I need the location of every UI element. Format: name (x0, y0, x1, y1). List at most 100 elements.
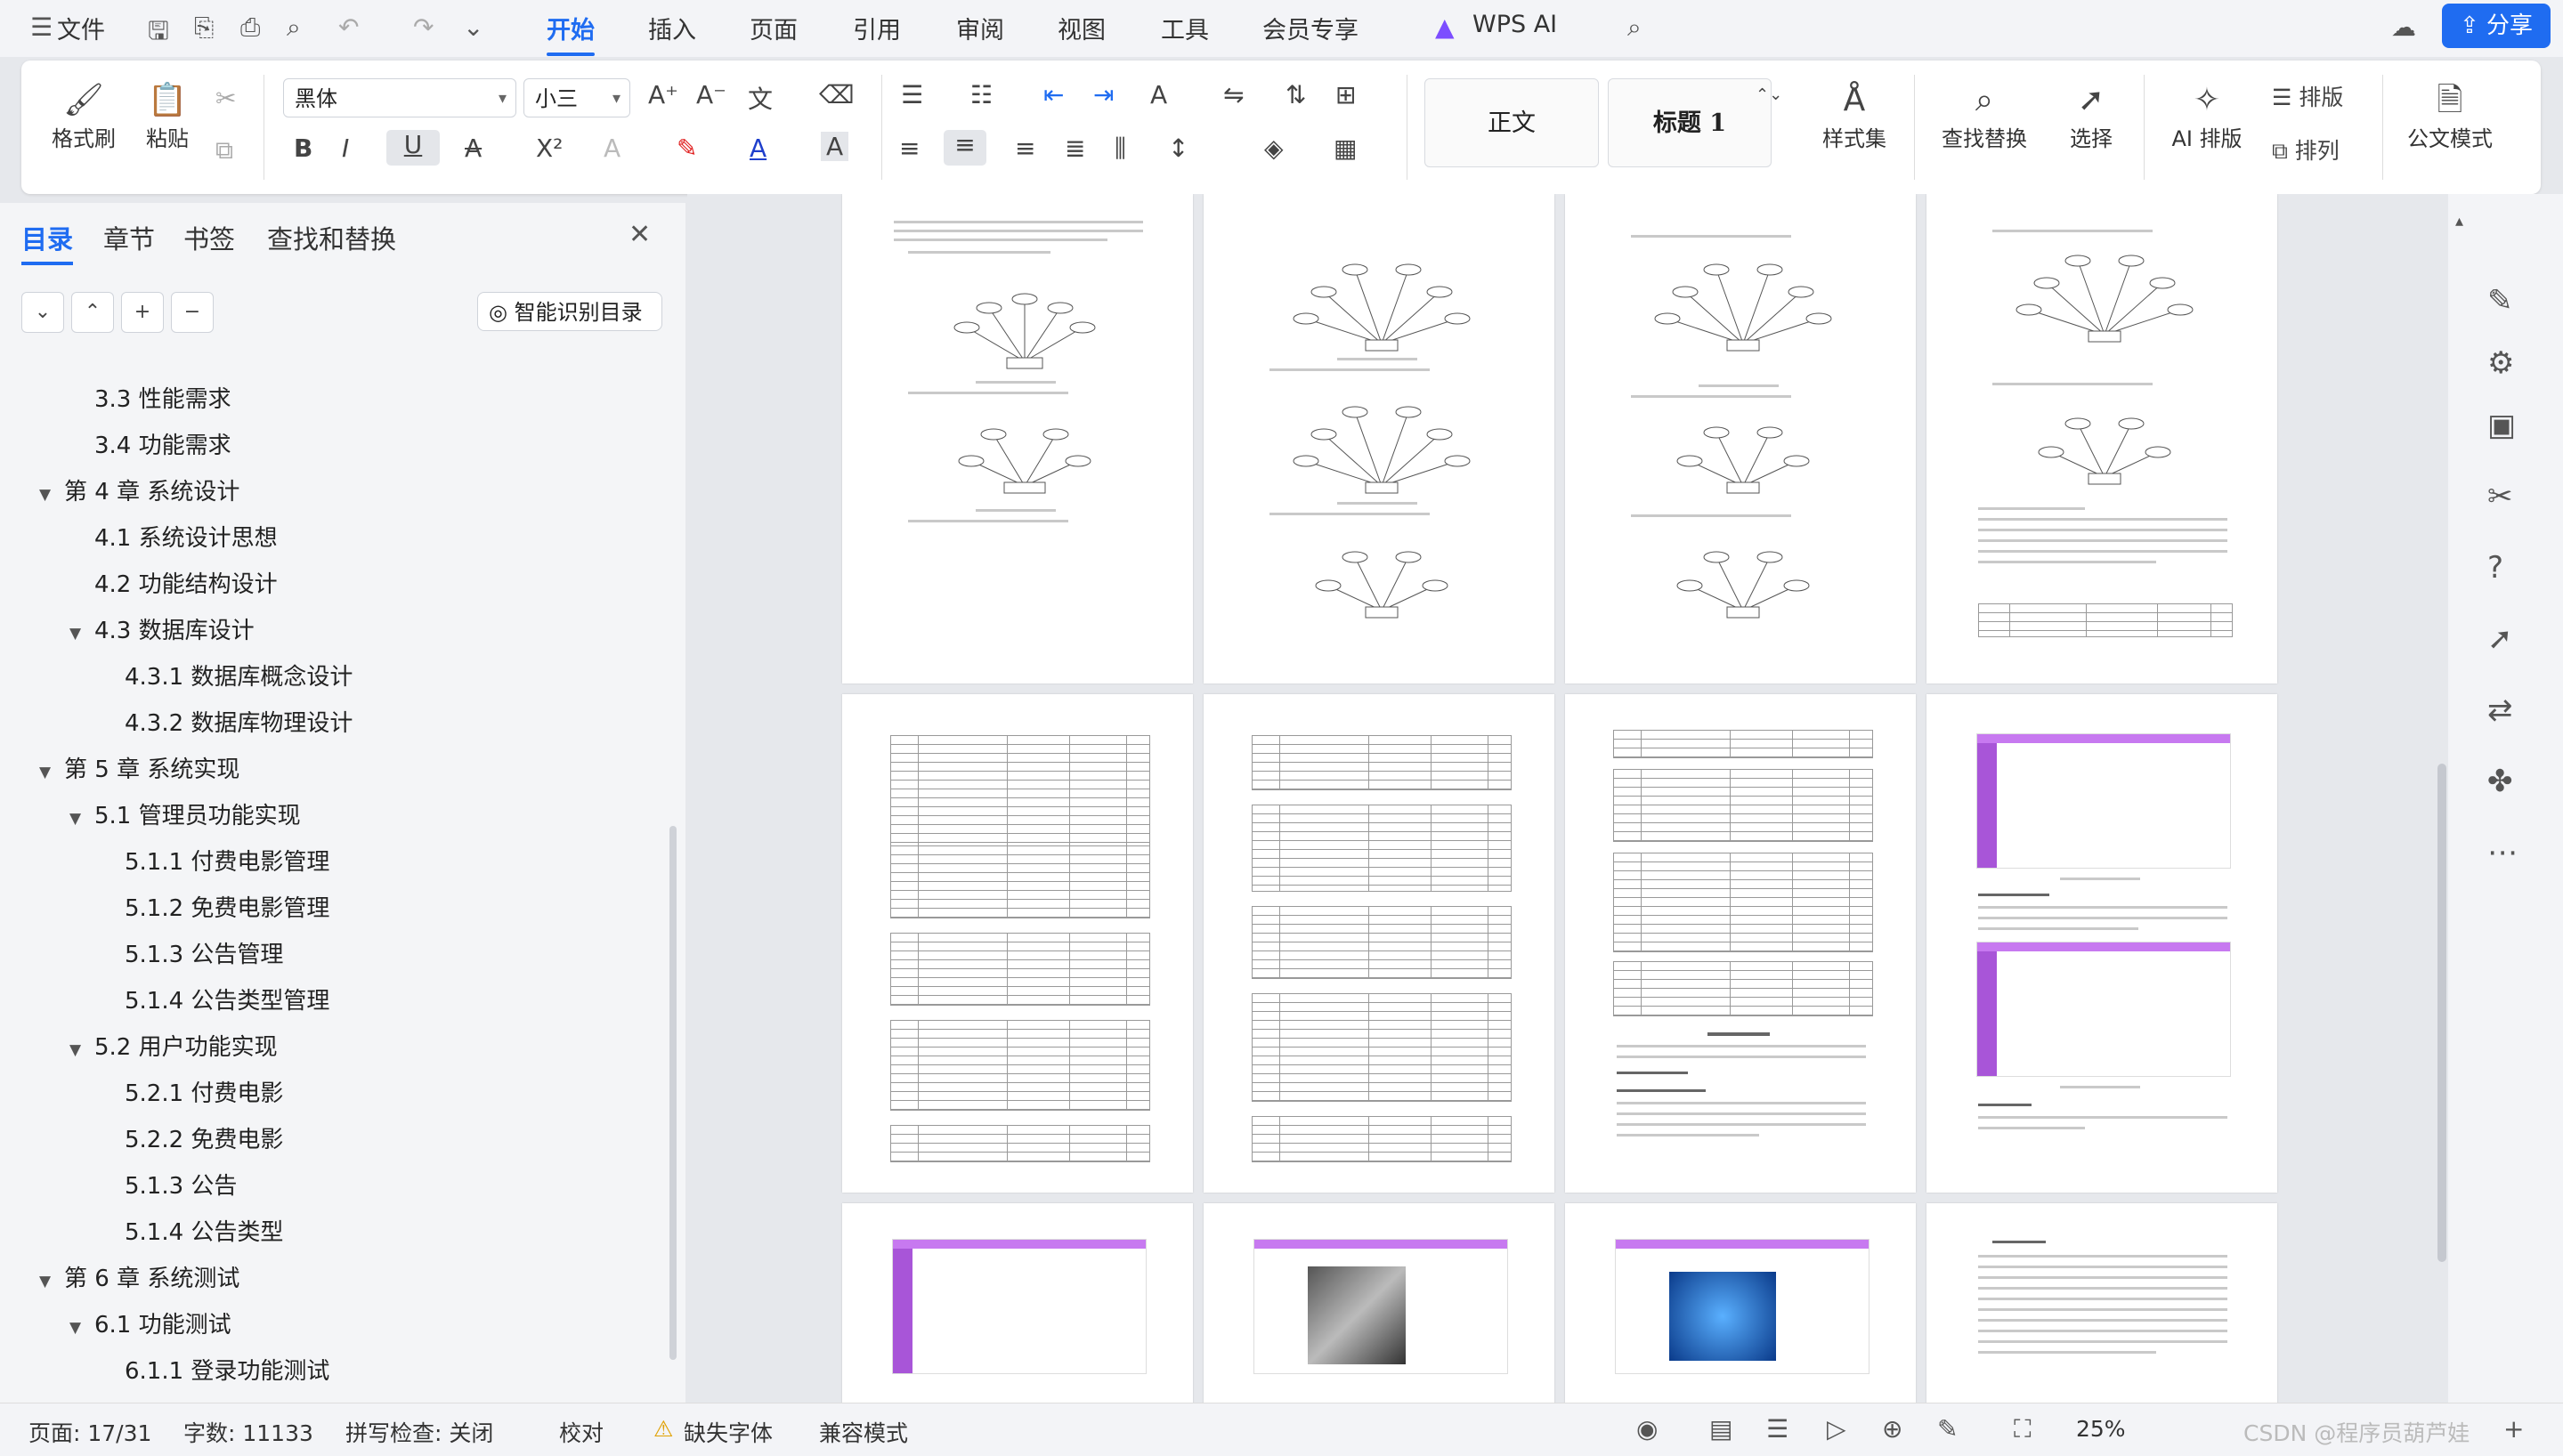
style-heading-1[interactable]: 标题 1 (1608, 78, 1772, 167)
toc-item[interactable]: ▼ 第 5 章 系统实现 (39, 751, 239, 784)
caret-down-icon[interactable]: ▼ (69, 625, 94, 643)
show-marks-icon[interactable]: ⊞ (1335, 80, 1356, 109)
line-break-icon[interactable]: ⇋ (1223, 80, 1244, 109)
increase-indent-icon[interactable]: ⇥ (1093, 80, 1114, 109)
toc-item[interactable]: 5.2.1 付费电影 (100, 1075, 283, 1108)
font-shrink-icon[interactable]: A⁻ (696, 80, 726, 109)
sort-icon[interactable]: ⇅ (1286, 80, 1306, 109)
file-menu[interactable]: 文件 (57, 11, 105, 45)
text-direction-icon[interactable]: A (1150, 80, 1167, 109)
select-button[interactable]: ➚ 选择 (2051, 80, 2131, 152)
font-grow-icon[interactable]: A⁺ (648, 80, 678, 109)
highlight-icon[interactable]: ✎ (677, 133, 697, 163)
hamburger-icon[interactable]: ☰ (30, 12, 53, 42)
caret-down-icon[interactable]: ▼ (69, 1041, 94, 1059)
text-effect-icon[interactable]: A (604, 133, 620, 163)
nav-tab-toc[interactable]: 目录 (21, 219, 74, 265)
web-view-icon[interactable]: ⊕ (1882, 1414, 1902, 1444)
bullet-list-icon[interactable]: ☰ (901, 80, 923, 109)
ai-layout-button[interactable]: ✧ AI 排版 (2156, 80, 2258, 152)
search-icon[interactable]: ⌕ (1627, 12, 1642, 43)
align-left-icon[interactable]: ≡ (899, 133, 920, 163)
translate-icon[interactable]: ⇄ (2487, 692, 2513, 728)
plugin-icon[interactable]: ✤ (2487, 764, 2513, 799)
sliders-icon[interactable]: ⚙ (2487, 345, 2514, 381)
pen-icon[interactable]: ✎ (2487, 283, 2513, 319)
tab-page[interactable]: 页面 (750, 11, 798, 45)
shading-icon[interactable]: ◈ (1264, 133, 1284, 163)
nav-tab-find[interactable]: 查找和替换 (267, 219, 396, 256)
page-thumbnail[interactable] (1926, 194, 2277, 684)
page-thumbnail[interactable] (842, 1203, 1193, 1403)
toc-item[interactable]: 5.1.3 公告管理 (100, 936, 283, 969)
undo-icon[interactable]: ↶ (338, 12, 359, 42)
tab-view[interactable]: 视图 (1058, 11, 1106, 45)
char-shading-icon[interactable]: A (821, 132, 849, 161)
toc-item[interactable]: 5.2.2 免费电影 (100, 1121, 283, 1154)
format-painter-button[interactable]: 🖌 格式刷 (48, 80, 119, 152)
tab-review[interactable]: 审阅 (956, 11, 1004, 45)
toc-item[interactable]: 6.1.1 登录功能测试 (100, 1353, 329, 1386)
outline-view-icon[interactable]: ☰ (1766, 1414, 1788, 1444)
distribute-icon[interactable]: ⫼ (1115, 133, 1126, 164)
eraser-icon[interactable]: ⌫ (819, 80, 855, 109)
page-indicator[interactable]: 页面: 17/31 (28, 1416, 151, 1448)
toc-item[interactable]: ▼ 第 6 章 系统测试 (39, 1260, 239, 1293)
toc-item[interactable]: 3.3 性能需求 (69, 381, 231, 414)
page-thumbnail[interactable] (1204, 694, 1554, 1193)
bold-icon[interactable]: B (294, 133, 312, 163)
remove-heading-button[interactable]: − (171, 292, 214, 333)
page-thumbnail[interactable] (1565, 694, 1916, 1193)
style-set-button[interactable]: Å 样式集 (1805, 80, 1903, 152)
caret-down-icon[interactable]: ▼ (39, 1273, 64, 1290)
superscript-icon[interactable]: X² (536, 133, 563, 163)
zoom-in-icon[interactable]: + (2503, 1414, 2524, 1444)
toc-item[interactable]: ▼ 5.1 管理员功能实现 (69, 797, 301, 830)
doc-mode-button[interactable]: 🗎 公文模式 (2398, 80, 2502, 152)
caret-down-icon[interactable]: ▼ (39, 764, 64, 781)
cloud-upload-icon[interactable]: ☁ (2391, 12, 2416, 42)
chevron-down-icon[interactable]: ⌄ (463, 12, 483, 42)
underline-icon[interactable]: U (386, 130, 440, 166)
redo-icon[interactable]: ↷ (413, 12, 434, 42)
phonetic-icon[interactable]: 文 (748, 80, 773, 116)
toc-item[interactable]: 4.1 系统设计思想 (69, 520, 278, 553)
numbered-list-icon[interactable]: ☷ (970, 80, 993, 109)
toc-item[interactable]: 5.1.1 付费电影管理 (100, 844, 329, 877)
caret-down-icon[interactable]: ▼ (69, 1319, 94, 1337)
font-name-select[interactable]: 黑体 ▾ (283, 78, 516, 117)
image-edit-icon[interactable]: ▣ (2487, 408, 2516, 443)
document-canvas[interactable] (687, 194, 2448, 1403)
font-color-icon[interactable]: A (750, 133, 766, 163)
page-thumbnail[interactable] (1204, 1203, 1554, 1403)
smart-toc-button[interactable]: ◎ 智能识别目录 (477, 292, 662, 331)
toc-item[interactable]: 5.1.4 公告类型管理 (100, 983, 329, 1015)
page-thumbnail[interactable] (1565, 1203, 1916, 1403)
page-thumbnail[interactable] (1565, 194, 1916, 684)
layout-button[interactable]: ☰ 排版 (2272, 80, 2343, 112)
decrease-indent-icon[interactable]: ⇤ (1043, 80, 1064, 109)
page-thumbnail[interactable] (842, 694, 1193, 1193)
tab-insert[interactable]: 插入 (648, 11, 696, 45)
eye-icon[interactable]: ◉ (1636, 1414, 1658, 1444)
justify-icon[interactable]: ≣ (1065, 133, 1085, 163)
page-view-icon[interactable]: ▤ (1709, 1414, 1732, 1444)
nav-tab-chapter[interactable]: 章节 (103, 219, 155, 256)
tab-tools[interactable]: 工具 (1161, 11, 1209, 45)
cursor-icon[interactable]: ➚ (2487, 621, 2513, 657)
fit-page-icon[interactable]: ⛶ (2014, 1414, 2032, 1444)
print-icon[interactable]: ⎙ (240, 12, 260, 43)
missing-font-button[interactable]: 缺失字体 (684, 1416, 773, 1448)
caret-down-icon[interactable]: ▼ (39, 486, 64, 504)
page-thumbnail[interactable] (1926, 1203, 2277, 1403)
paste-button[interactable]: 📋 粘贴 (132, 80, 203, 152)
font-size-select[interactable]: 小三 ▾ (523, 78, 630, 117)
document-scrollbar[interactable] (2437, 764, 2446, 1262)
align-right-icon[interactable]: ≡ (1015, 133, 1035, 163)
toc-item[interactable]: ▼ 6.1 功能测试 (69, 1306, 231, 1339)
toc-item[interactable]: 3.4 功能需求 (69, 427, 231, 460)
tab-member[interactable]: 会员专享 (1262, 11, 1359, 45)
play-icon[interactable]: ▷ (1827, 1414, 1846, 1444)
toc-item[interactable]: 4.3.1 数据库概念设计 (100, 659, 353, 692)
share-button[interactable]: ⇪ 分享 (2442, 4, 2551, 48)
